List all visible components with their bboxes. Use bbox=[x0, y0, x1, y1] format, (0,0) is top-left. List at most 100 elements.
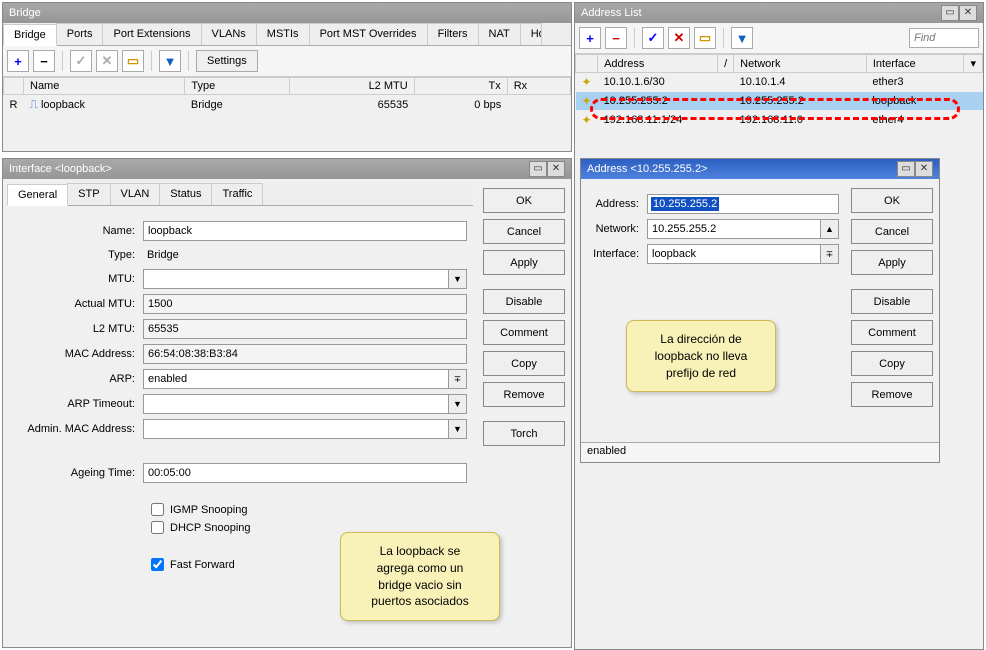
cancel-button[interactable]: Cancel bbox=[483, 219, 565, 244]
mac-field[interactable] bbox=[143, 344, 467, 364]
ok-button[interactable]: OK bbox=[483, 188, 565, 213]
apply-button[interactable]: Apply bbox=[851, 250, 933, 275]
tab-portmst[interactable]: Port MST Overrides bbox=[309, 23, 428, 45]
col-address[interactable]: Address bbox=[598, 55, 718, 73]
tab-bridge[interactable]: Bridge bbox=[3, 24, 57, 46]
col-rx[interactable]: Rx bbox=[507, 78, 570, 95]
comment-button[interactable]: Comment bbox=[483, 320, 565, 345]
row-tx: 0 bps bbox=[414, 95, 507, 115]
remove-button[interactable]: Remove bbox=[483, 382, 565, 407]
filter-icon[interactable]: ▼ bbox=[731, 27, 753, 49]
enable-icon[interactable]: ✓ bbox=[70, 50, 92, 72]
minimize-icon[interactable]: ▭ bbox=[897, 161, 915, 177]
ff-label: Fast Forward bbox=[170, 559, 235, 571]
disable-button[interactable]: Disable bbox=[483, 289, 565, 314]
tab-filters[interactable]: Filters bbox=[427, 23, 479, 45]
torch-button[interactable]: Torch bbox=[483, 421, 565, 446]
col-tx[interactable]: Tx bbox=[414, 78, 507, 95]
copy-button[interactable]: Copy bbox=[483, 351, 565, 376]
arp-to-field[interactable] bbox=[143, 394, 449, 414]
col-name[interactable]: Name bbox=[24, 78, 185, 95]
dropdown-icon[interactable]: ∓ bbox=[821, 244, 839, 264]
comment-icon[interactable]: ▭ bbox=[122, 50, 144, 72]
find-input[interactable] bbox=[909, 28, 979, 48]
arp-field[interactable] bbox=[143, 369, 449, 389]
interface-label: Interface: bbox=[587, 248, 647, 260]
ageing-field[interactable] bbox=[143, 463, 467, 483]
type-label: Type: bbox=[13, 249, 143, 261]
cancel-button[interactable]: Cancel bbox=[851, 219, 933, 244]
tab-vlan[interactable]: VLAN bbox=[110, 183, 161, 205]
table-row[interactable]: ✦ 192.168.11.1/24 192.168.11.0 ether4 bbox=[576, 111, 983, 130]
tab-ports[interactable]: Ports bbox=[56, 23, 104, 45]
tab-mstis[interactable]: MSTIs bbox=[256, 23, 310, 45]
tab-traffic[interactable]: Traffic bbox=[211, 183, 263, 205]
tab-status[interactable]: Status bbox=[159, 183, 212, 205]
bridge-header-row: Name Type L2 MTU Tx Rx bbox=[4, 78, 571, 95]
admin-mac-field[interactable] bbox=[143, 419, 449, 439]
copy-button[interactable]: Copy bbox=[851, 351, 933, 376]
columns-menu[interactable]: ▾ bbox=[964, 55, 983, 73]
tab-vlans[interactable]: VLANs bbox=[201, 23, 257, 45]
table-row[interactable]: ✦ 10.10.1.6/30 10.10.1.4 ether3 bbox=[576, 73, 983, 92]
ok-button[interactable]: OK bbox=[851, 188, 933, 213]
tab-nat[interactable]: NAT bbox=[478, 23, 521, 45]
disable-button[interactable]: Disable bbox=[851, 289, 933, 314]
ff-checkbox[interactable] bbox=[151, 558, 164, 571]
dropdown-icon[interactable]: ▼ bbox=[449, 419, 467, 439]
igmp-checkbox[interactable] bbox=[151, 503, 164, 516]
filter-icon[interactable]: ▼ bbox=[159, 50, 181, 72]
address-label: Address: bbox=[587, 198, 647, 210]
mtu-field[interactable] bbox=[143, 269, 449, 289]
name-field[interactable] bbox=[143, 221, 467, 241]
add-icon[interactable]: + bbox=[7, 50, 29, 72]
igmp-label: IGMP Snooping bbox=[170, 504, 247, 516]
tab-general[interactable]: General bbox=[7, 184, 68, 206]
remove-icon[interactable]: − bbox=[33, 50, 55, 72]
col-type[interactable]: Type bbox=[185, 78, 290, 95]
bridge-window: Bridge Bridge Ports Port Extensions VLAN… bbox=[2, 2, 572, 152]
remove-button[interactable]: Remove bbox=[851, 382, 933, 407]
col-l2mtu[interactable]: L2 MTU bbox=[290, 78, 415, 95]
actual-mtu-field[interactable] bbox=[143, 294, 467, 314]
network-field[interactable] bbox=[647, 219, 821, 239]
mtu-label: MTU: bbox=[13, 273, 143, 285]
cell-interface: loopback bbox=[866, 92, 964, 111]
comment-icon[interactable]: ▭ bbox=[694, 27, 716, 49]
dhcp-label: DHCP Snooping bbox=[170, 522, 251, 534]
col-network[interactable]: Network bbox=[734, 55, 867, 73]
interface-field[interactable] bbox=[647, 244, 821, 264]
add-icon[interactable]: + bbox=[579, 27, 601, 49]
iface-title: Interface <loopback> bbox=[9, 159, 112, 179]
table-row[interactable]: R ⎍ loopback Bridge 65535 0 bps bbox=[4, 95, 571, 115]
tab-stp[interactable]: STP bbox=[67, 183, 110, 205]
minimize-icon[interactable]: ▭ bbox=[941, 5, 959, 21]
apply-button[interactable]: Apply bbox=[483, 250, 565, 275]
table-row-selected[interactable]: ✦ 10.255.255.2 10.255.255.2 loopback bbox=[576, 92, 983, 111]
dropdown-icon[interactable]: ∓ bbox=[449, 369, 467, 389]
expand-icon[interactable]: ▲ bbox=[821, 219, 839, 239]
comment-button[interactable]: Comment bbox=[851, 320, 933, 345]
type-value: Bridge bbox=[143, 246, 467, 264]
l2mtu-label: L2 MTU: bbox=[13, 323, 143, 335]
disable-icon[interactable]: ✕ bbox=[96, 50, 118, 72]
close-icon[interactable]: ✕ bbox=[959, 5, 977, 21]
tab-portext[interactable]: Port Extensions bbox=[102, 23, 201, 45]
admin-mac-label: Admin. MAC Address: bbox=[13, 423, 143, 435]
dropdown-icon[interactable]: ▼ bbox=[449, 269, 467, 289]
remove-icon[interactable]: − bbox=[605, 27, 627, 49]
cell-interface: ether3 bbox=[866, 73, 964, 92]
cell-address: 192.168.11.1/24 bbox=[598, 111, 718, 130]
dhcp-checkbox[interactable] bbox=[151, 521, 164, 534]
enable-icon[interactable]: ✓ bbox=[642, 27, 664, 49]
dropdown-icon[interactable]: ▼ bbox=[449, 394, 467, 414]
l2mtu-field[interactable] bbox=[143, 319, 467, 339]
col-interface[interactable]: Interface bbox=[866, 55, 964, 73]
minimize-icon[interactable]: ▭ bbox=[529, 161, 547, 177]
disable-icon[interactable]: ✕ bbox=[668, 27, 690, 49]
close-icon[interactable]: ✕ bbox=[915, 161, 933, 177]
settings-button[interactable]: Settings bbox=[196, 50, 258, 72]
address-icon: ✦ bbox=[582, 75, 592, 89]
close-icon[interactable]: ✕ bbox=[547, 161, 565, 177]
tab-hosts[interactable]: Ho bbox=[520, 23, 542, 45]
